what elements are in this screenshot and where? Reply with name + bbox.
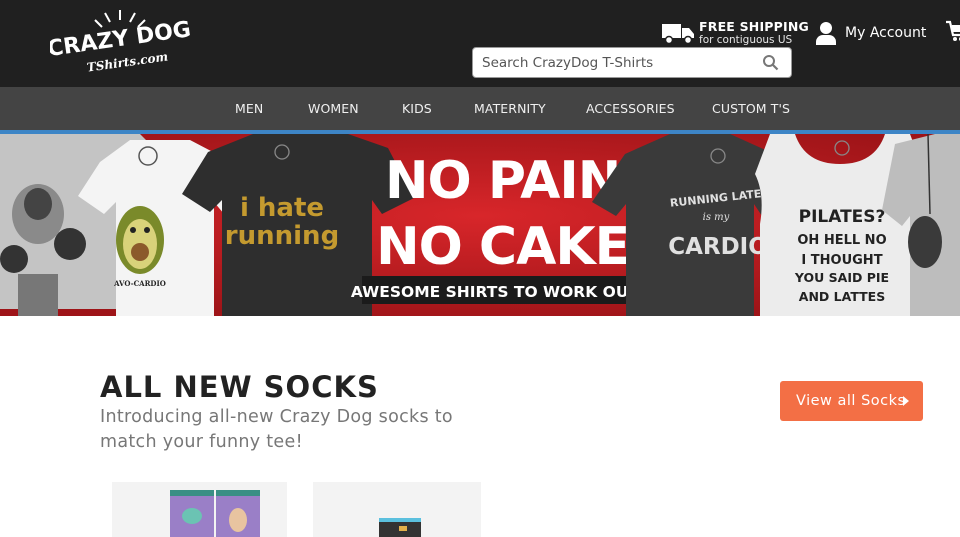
nav-item-kids[interactable]: KIDS <box>402 87 432 130</box>
hero-banner[interactable]: AVO-CARDIO i hate running NO PAIN. NO CA… <box>0 134 960 316</box>
hate-running-line1: i hate <box>240 193 324 223</box>
my-account-link[interactable]: My Account <box>815 20 926 46</box>
nav-item-custom-ts[interactable]: CUSTOM T'S <box>712 87 790 130</box>
account-label: My Account <box>845 25 927 41</box>
view-all-socks-button[interactable]: View all Socks <box>780 381 923 421</box>
sock-image <box>112 482 287 537</box>
crazydog-logo[interactable]: CRAZY DOG TShirts.com <box>50 8 190 78</box>
main-navigation: MEN WOMEN KIDS MATERNITY ACCESSORIES CUS… <box>0 87 960 130</box>
shipping-subtitle: for contiguous US <box>699 34 793 46</box>
sock-product-thumb[interactable] <box>313 482 481 537</box>
hero-banner-art: AVO-CARDIO i hate running NO PAIN. NO CA… <box>0 134 960 316</box>
shipping-title: FREE SHIPPING <box>699 19 810 34</box>
sock-image <box>313 482 481 537</box>
search-icon[interactable] <box>762 54 779 71</box>
view-all-socks-label: View all Socks <box>796 393 906 409</box>
nav-item-accessories[interactable]: ACCESSORIES <box>586 87 675 130</box>
cardio-line2: is my <box>703 212 730 223</box>
caret-right-icon <box>903 396 909 406</box>
nav-item-maternity[interactable]: MATERNITY <box>474 87 546 130</box>
search-box <box>472 47 792 78</box>
site-header: CRAZY DOG TShirts.com FREE SHIPPING for … <box>0 0 960 87</box>
cart-icon[interactable] <box>946 18 960 44</box>
pilates-line1: PILATES? <box>799 207 886 227</box>
section-title: ALL NEW SOCKS <box>100 370 379 404</box>
section-subtitle: Introducing all-new Crazy Dog socks to m… <box>100 407 453 452</box>
pilates-line3: I THOUGHT <box>801 253 882 268</box>
headline-line2: NO CAKE. <box>376 217 648 277</box>
search-input[interactable] <box>473 48 753 77</box>
user-icon <box>816 22 836 45</box>
free-shipping-promo[interactable]: FREE SHIPPING for contiguous US <box>661 18 809 48</box>
truck-icon <box>662 24 694 45</box>
pilates-line4: YOU SAID PIE <box>794 270 889 285</box>
pilates-line2: OH HELL NO <box>797 233 886 248</box>
cardio-line3: CARDIO <box>668 234 768 260</box>
sock-product-thumb[interactable] <box>112 482 287 537</box>
headline-tagline: AWESOME SHIRTS TO WORK OUT IN <box>351 283 663 301</box>
nav-item-women[interactable]: WOMEN <box>308 87 359 130</box>
pilates-line5: AND LATTES <box>799 289 885 304</box>
avocado-caption: AVO-CARDIO <box>113 279 166 288</box>
hate-running-line2: running <box>225 221 339 251</box>
nav-item-men[interactable]: MEN <box>235 87 263 130</box>
